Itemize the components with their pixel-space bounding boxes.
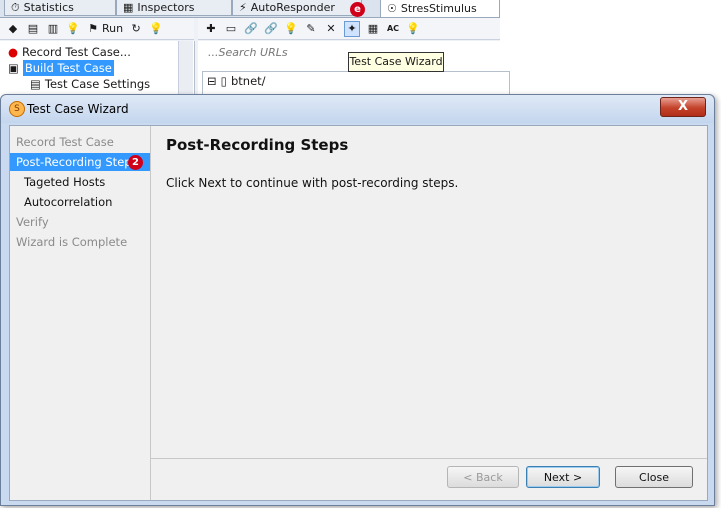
back-icon[interactable]: ◆	[6, 22, 20, 36]
lightning-icon: ⚡	[239, 0, 247, 14]
test-case-tree: ● Record Test Case... ▣ Build Test Case …	[0, 41, 195, 101]
stopwatch-icon: ⏱	[11, 0, 20, 14]
test-case-wizard-dialog: S Test Case Wizard X Record Test Case Po…	[0, 94, 715, 506]
page-description: Click Next to continue with post-recordi…	[166, 176, 459, 190]
grid-icon[interactable]: ▦	[366, 22, 380, 36]
tooltip-test-case-wizard: Test Case Wizard	[348, 52, 444, 72]
tab-autoresponder[interactable]: ⚡ AutoResponder	[232, 0, 362, 16]
page-title: Post-Recording Steps	[166, 136, 349, 154]
tab-statistics[interactable]: ⏱ Statistics	[4, 0, 116, 16]
tree-item-build[interactable]: ▣ Build Test Case	[8, 60, 114, 76]
dialog-titlebar[interactable]: S Test Case Wizard X	[1, 95, 714, 123]
dialog-client: Record Test Case Post-Recording Steps 2 …	[9, 125, 708, 501]
lightbulb-icon[interactable]: 💡	[284, 22, 298, 36]
settings-icon: ▤	[30, 77, 41, 91]
wizard-steps: Record Test Case Post-Recording Steps 2 …	[10, 126, 151, 500]
stresstimulus-icon: ☉	[387, 1, 397, 15]
flag-icon: ⚑	[88, 21, 98, 35]
unlink-icon[interactable]: 🔗	[264, 22, 278, 36]
step-record-test-case[interactable]: Record Test Case	[10, 133, 150, 151]
record-icon: ●	[8, 45, 19, 59]
step-verify[interactable]: Verify	[10, 213, 150, 231]
tab-stresstimulus[interactable]: ☉ StresStimulus	[380, 0, 500, 18]
step-autocorrelation[interactable]: Autocorrelation	[10, 193, 150, 211]
page-icon: ▯	[220, 74, 227, 88]
close-button[interactable]: Close	[615, 466, 693, 488]
link-icon[interactable]: 🔗	[244, 22, 258, 36]
help-icon[interactable]: 💡	[149, 22, 163, 36]
next-button[interactable]: Next >	[526, 466, 600, 488]
ac-icon[interactable]: AC	[386, 22, 400, 36]
tab-strip: ⏱ Statistics ▦ Inspectors ⚡ AutoResponde…	[0, 0, 500, 18]
list-icon[interactable]: ▤	[26, 22, 40, 36]
footer-divider	[150, 458, 707, 459]
close-icon[interactable]: X	[660, 97, 706, 117]
inspector-icon: ▦	[123, 0, 134, 14]
left-toolbar: ◆ ▤ ▥ 💡 ⚑ Run ↻ 💡	[0, 18, 194, 40]
right-toolbar: ✚ ▭ 🔗 🔗 💡 ✎ ✕ ✦ ▦ AC 💡	[198, 18, 500, 40]
step-targeted-hosts[interactable]: Tageted Hosts	[10, 173, 150, 191]
refresh-icon[interactable]: ↻	[129, 22, 143, 36]
annotation-badge-2: 2	[128, 155, 143, 170]
step-wizard-complete[interactable]: Wizard is Complete	[10, 233, 150, 251]
help-icon[interactable]: 💡	[406, 22, 420, 36]
tree-scrollbar[interactable]	[178, 41, 193, 101]
run-button[interactable]: ⚑ Run	[86, 22, 123, 36]
add-icon[interactable]: ✚	[204, 22, 218, 36]
delete-icon[interactable]: ✕	[324, 22, 338, 36]
wizard-icon[interactable]: ✦	[344, 20, 360, 37]
collapse-icon: ⊟	[207, 74, 217, 88]
annotation-badge-e: e	[350, 2, 365, 17]
search-input[interactable]: ...Search URLs	[208, 45, 338, 61]
remove-icon[interactable]: ▭	[224, 22, 238, 36]
briefcase-icon: ▣	[8, 61, 19, 75]
dialog-title: Test Case Wizard	[27, 102, 129, 116]
url-tree-root[interactable]: ⊟ ▯ btnet/	[207, 74, 266, 88]
background-app: ⏱ Statistics ▦ Inspectors ⚡ AutoResponde…	[0, 0, 510, 113]
edit-icon[interactable]: ✎	[304, 22, 318, 36]
stresstimulus-icon: S	[9, 101, 25, 117]
tree-item-record[interactable]: ● Record Test Case...	[8, 44, 131, 60]
lightbulb-icon[interactable]: 💡	[66, 22, 80, 36]
tab-inspectors[interactable]: ▦ Inspectors	[116, 0, 232, 16]
tree-icon[interactable]: ▥	[46, 22, 60, 36]
tree-item-settings[interactable]: ▤ Test Case Settings	[30, 76, 150, 92]
back-button[interactable]: < Back	[447, 466, 519, 488]
